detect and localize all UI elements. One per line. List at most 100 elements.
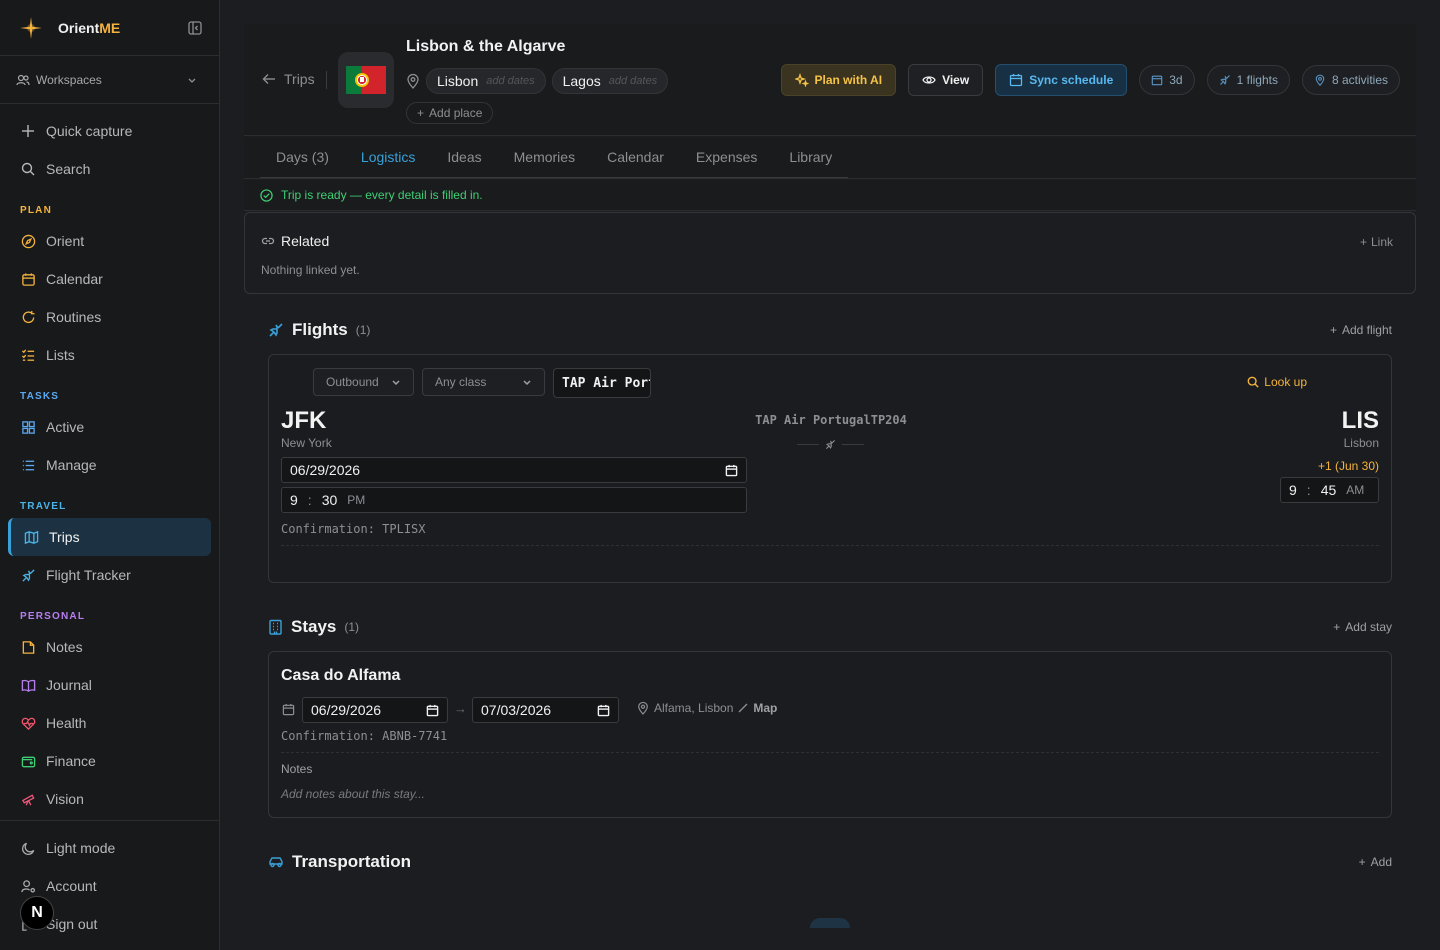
- tab-days[interactable]: Days (3): [260, 137, 345, 178]
- class-select[interactable]: Any class: [422, 368, 545, 396]
- stay-notes-input[interactable]: Add notes about this stay...: [281, 787, 425, 801]
- note-icon: [20, 639, 36, 655]
- light-mode-label: Light mode: [46, 840, 116, 856]
- divider: [326, 71, 327, 89]
- departure-ampm: PM: [347, 493, 366, 507]
- plus-icon: +: [1359, 235, 1367, 249]
- collapse-sidebar-icon[interactable]: [187, 20, 203, 36]
- tab-library[interactable]: Library: [773, 137, 849, 178]
- tab-memories[interactable]: Memories: [497, 137, 592, 178]
- trip-title[interactable]: Lisbon & the Algarve: [406, 38, 565, 56]
- place-chip-lisbon[interactable]: Lisbon add dates: [426, 68, 546, 94]
- look-up-button[interactable]: Look up: [1247, 375, 1307, 389]
- flights-count: (1): [355, 323, 371, 337]
- sidebar-item-finance[interactable]: Finance: [0, 742, 219, 780]
- avatar[interactable]: N: [20, 896, 54, 930]
- destination-code[interactable]: LIS: [1342, 407, 1379, 435]
- telescope-icon: [20, 791, 36, 807]
- workspace-label: Workspaces: [36, 72, 102, 87]
- quick-capture-button[interactable]: Quick capture: [0, 112, 219, 150]
- flights-pill[interactable]: 1 flights: [1206, 65, 1290, 95]
- tab-calendar[interactable]: Calendar: [591, 137, 680, 178]
- trip-ready-banner: Trip is ready — every detail is filled i…: [244, 180, 1416, 211]
- sidebar-item-label: Active: [46, 419, 85, 435]
- sidebar-item-label: Finance: [46, 753, 96, 769]
- header-actions: Plan with AI View Sync schedule 3d 1 fli…: [780, 64, 1400, 96]
- departure-date-input[interactable]: 06/29/2026: [281, 457, 747, 483]
- sidebar-item-journal[interactable]: Journal: [0, 666, 219, 704]
- sidebar-item-manage[interactable]: Manage: [0, 446, 219, 484]
- check-circle-icon: [260, 188, 273, 202]
- sidebar-item-lists[interactable]: Lists: [0, 336, 219, 374]
- sidebar-item-active[interactable]: Active: [0, 408, 219, 446]
- link-button[interactable]: + Link: [1360, 235, 1393, 249]
- check-in-value: 06/29/2026: [311, 702, 382, 718]
- stays-section-header: Stays (1) + Add stay: [268, 615, 1392, 639]
- brand-name: OrientME: [58, 19, 121, 36]
- plus-icon: [20, 123, 36, 139]
- sidebar-item-notes[interactable]: Notes: [0, 628, 219, 666]
- search-button[interactable]: Search: [0, 150, 219, 188]
- workspace-switcher[interactable]: Workspaces: [0, 56, 219, 104]
- divider: [281, 545, 1379, 546]
- search-label: Search: [46, 161, 91, 177]
- stay-location: Alfama, Lisbon Map: [637, 701, 777, 715]
- brand-logo-icon[interactable]: [16, 13, 46, 43]
- view-button[interactable]: View: [908, 64, 984, 96]
- add-transportation-button[interactable]: + Add: [1359, 855, 1392, 869]
- plan-with-ai-button[interactable]: Plan with AI: [780, 64, 897, 96]
- add-place-button[interactable]: + Add place: [406, 102, 494, 124]
- add-flight-button[interactable]: + Add flight: [1330, 323, 1392, 337]
- main-content: Trips Lisbon & the Algarve Lisbon add da…: [220, 0, 1440, 950]
- sidebar-item-health[interactable]: Health: [0, 704, 219, 742]
- days-pill[interactable]: 3d: [1139, 65, 1195, 95]
- plus-icon: +: [417, 106, 425, 120]
- loading-indicator: [810, 918, 850, 928]
- add-dates-hint[interactable]: add dates: [609, 75, 657, 87]
- sidebar-item-label: Manage: [46, 457, 97, 473]
- departure-time-input[interactable]: 9 : 30 PM: [281, 487, 747, 513]
- map-pin-icon: [638, 701, 648, 715]
- sync-schedule-button[interactable]: Sync schedule: [995, 64, 1128, 96]
- back-to-trips-link[interactable]: Trips: [262, 71, 315, 87]
- stay-name[interactable]: Casa do Alfama: [281, 667, 400, 685]
- sidebar-item-label: Calendar: [46, 271, 103, 287]
- direction-select[interactable]: Outbound: [313, 368, 414, 396]
- tab-logistics[interactable]: Logistics: [344, 137, 432, 178]
- stay-confirmation[interactable]: Confirmation: ABNB-7741: [281, 729, 447, 743]
- check-in-date-input[interactable]: 06/29/2026: [302, 697, 448, 723]
- sidebar-item-label: Health: [46, 715, 87, 731]
- sidebar-item-label: Orient: [46, 233, 85, 249]
- flights-title: Flights: [292, 320, 348, 339]
- check-out-date-input[interactable]: 07/03/2026: [472, 697, 619, 723]
- tab-expenses[interactable]: Expenses: [679, 137, 774, 178]
- plus-icon: +: [1333, 620, 1341, 634]
- sidebar-item-orient[interactable]: Orient: [0, 222, 219, 260]
- sign-out-label: Sign out: [46, 916, 98, 932]
- arrival-time-input[interactable]: 9 : 45 AM: [1280, 477, 1379, 503]
- sidebar-item-calendar[interactable]: Calendar: [0, 260, 219, 298]
- calendar-icon: [725, 464, 738, 476]
- chevron-down-icon: [188, 78, 196, 83]
- add-dates-hint[interactable]: add dates: [486, 75, 534, 87]
- departure-hour: 9: [290, 492, 298, 508]
- map-link[interactable]: Map: [753, 701, 777, 715]
- car-icon: [269, 857, 283, 868]
- route-line: [795, 439, 865, 450]
- trip-flag[interactable]: [338, 52, 394, 108]
- airline-input[interactable]: TAP Air Portugal: [553, 368, 651, 398]
- days-count: 3d: [1169, 73, 1183, 87]
- sidebar-item-flight-tracker[interactable]: Flight Tracker: [0, 556, 219, 594]
- time-separator: :: [307, 492, 312, 508]
- section-plan: PLAN: [20, 205, 53, 216]
- light-mode-toggle[interactable]: Light mode: [0, 829, 219, 867]
- tab-ideas[interactable]: Ideas: [431, 137, 498, 178]
- place-chip-lagos[interactable]: Lagos add dates: [551, 68, 669, 94]
- origin-code[interactable]: JFK: [281, 407, 326, 435]
- sidebar-item-routines[interactable]: Routines: [0, 298, 219, 336]
- flight-confirmation[interactable]: Confirmation: TPLISX: [281, 522, 426, 536]
- activities-pill[interactable]: 8 activities: [1301, 65, 1400, 95]
- sidebar-item-trips[interactable]: Trips: [8, 518, 211, 556]
- sidebar-item-vision[interactable]: Vision: [0, 780, 219, 818]
- add-stay-button[interactable]: + Add stay: [1333, 620, 1392, 634]
